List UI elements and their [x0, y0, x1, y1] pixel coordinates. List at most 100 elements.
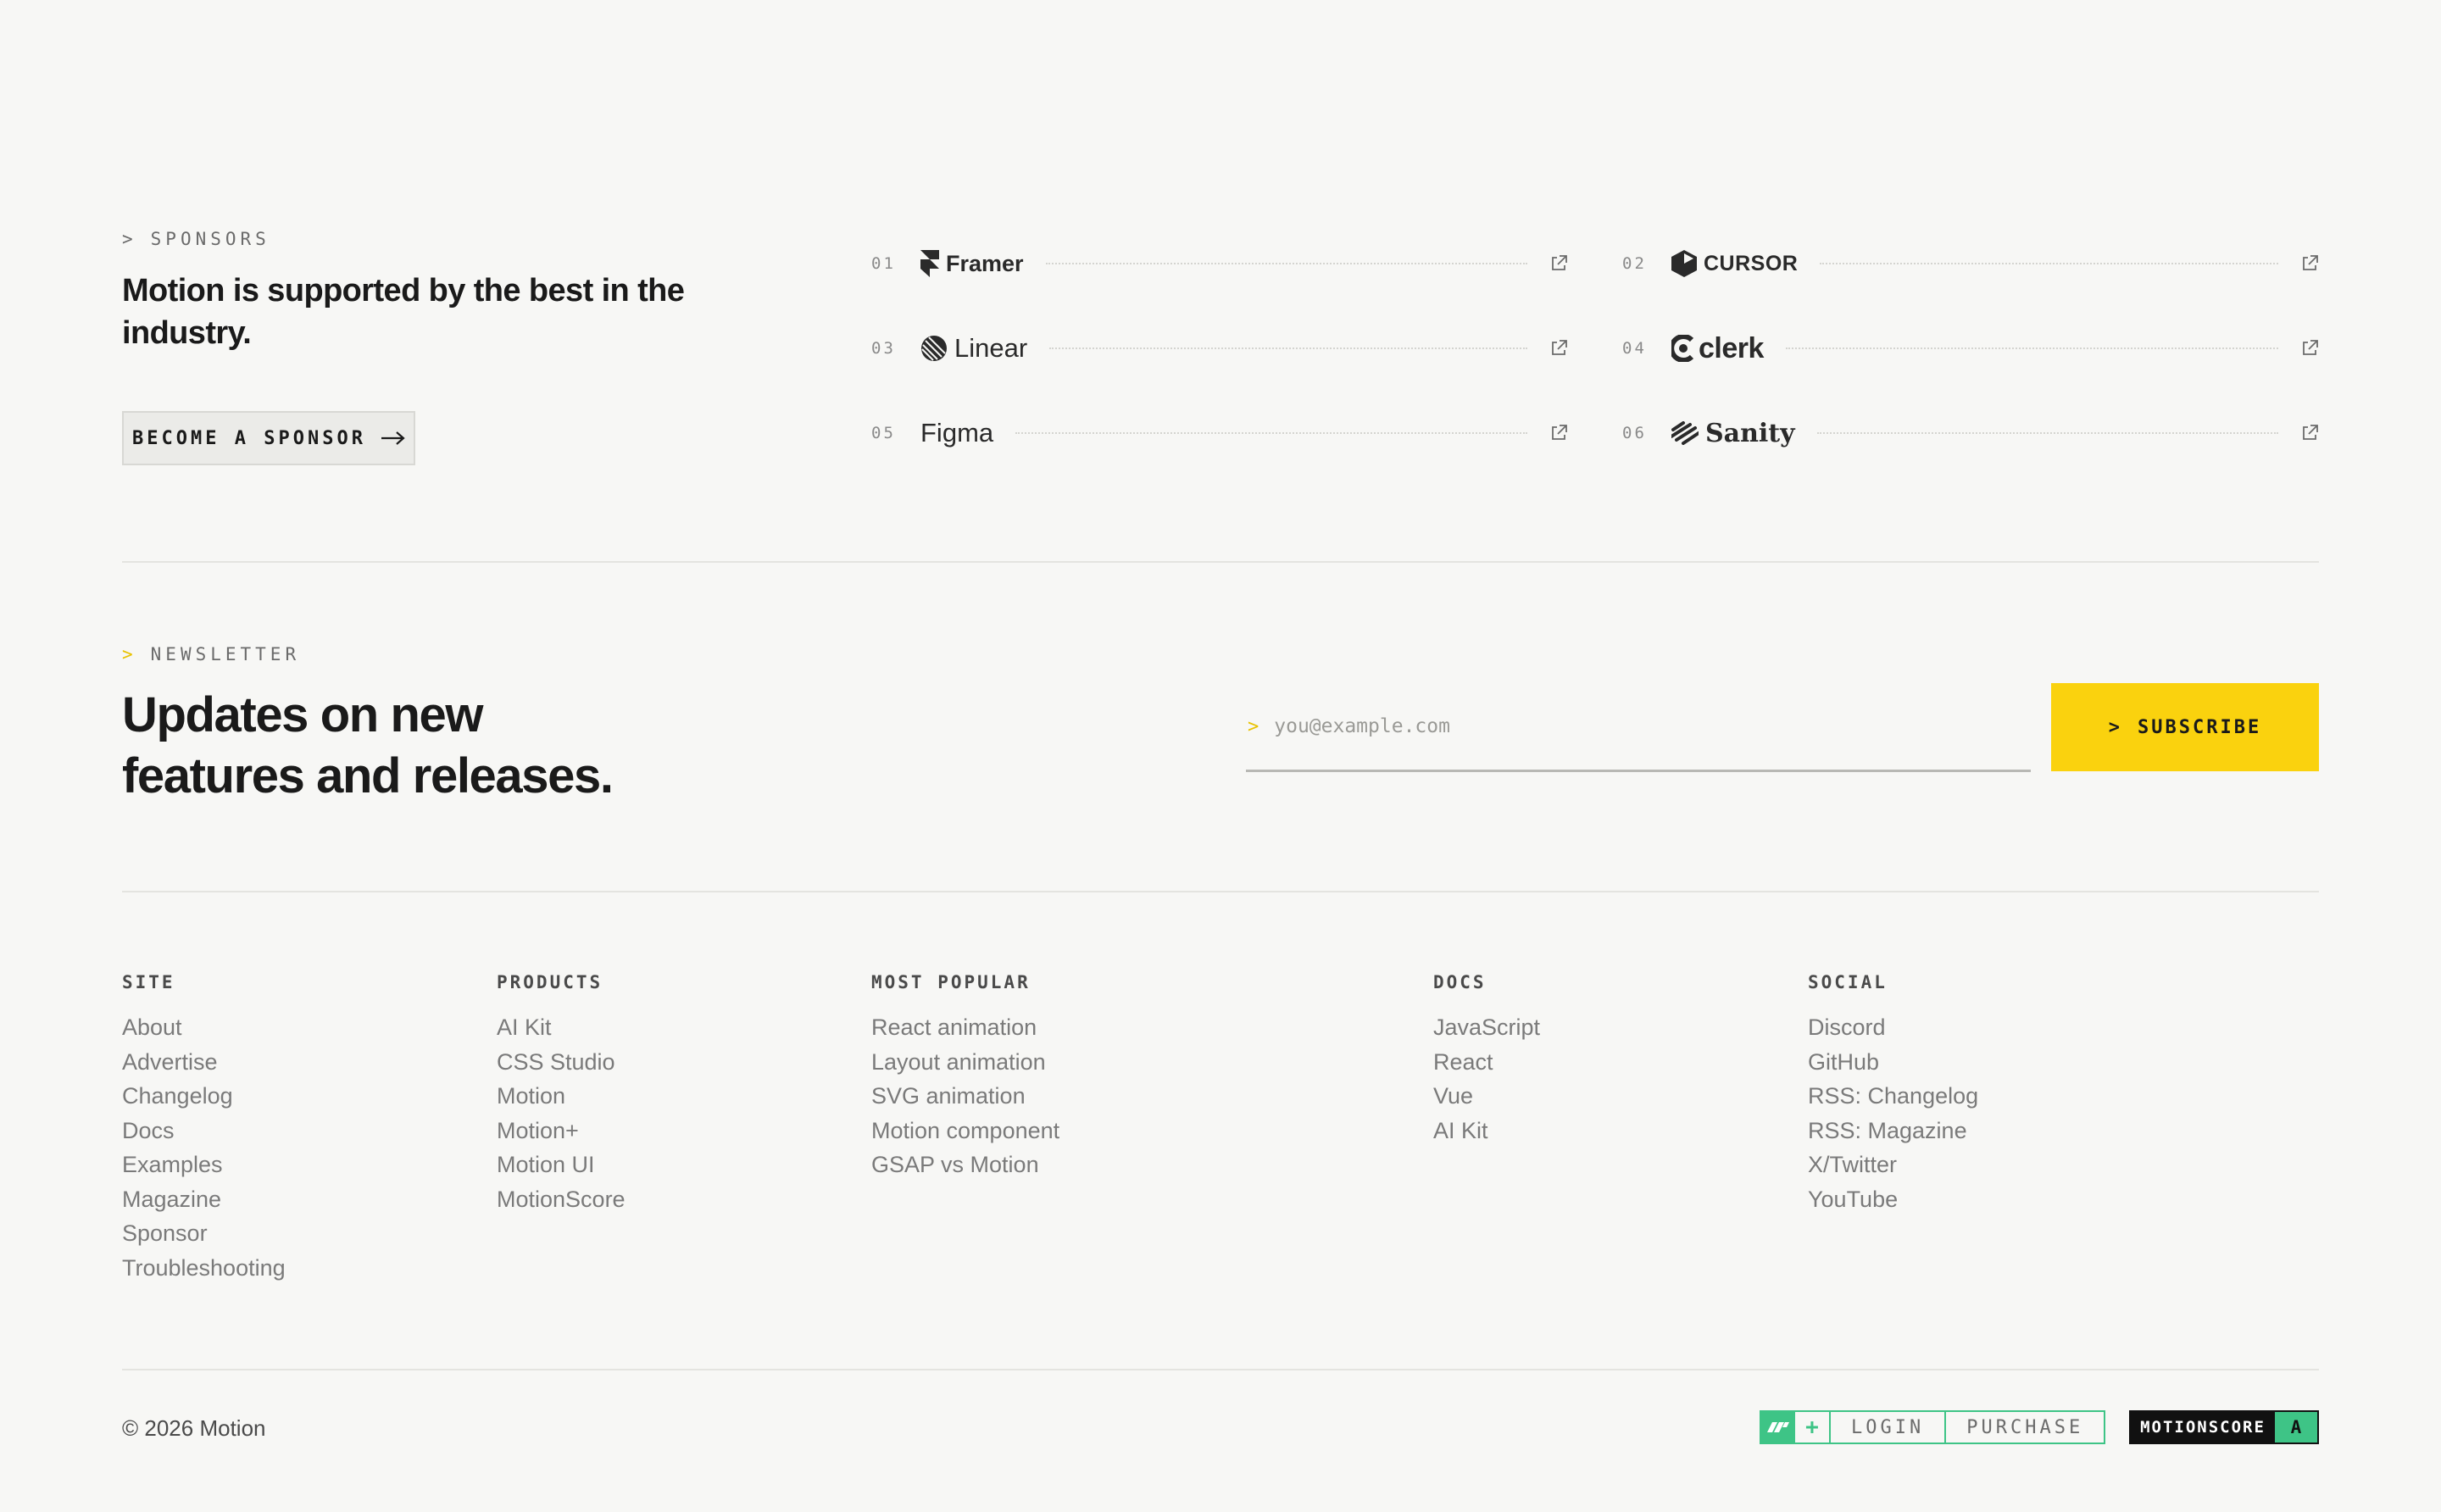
footer-link[interactable]: Layout animation: [871, 1045, 1059, 1080]
footer-column-site: SITE About Advertise Changelog Docs Exam…: [122, 971, 286, 1285]
footer-link[interactable]: MotionScore: [497, 1182, 626, 1217]
footer-column-products: PRODUCTS AI Kit CSS Studio Motion Motion…: [497, 971, 626, 1216]
framer-logo-icon: [920, 250, 939, 277]
footer-link[interactable]: Docs: [122, 1114, 286, 1148]
footer-link[interactable]: Discord: [1808, 1010, 1978, 1045]
sponsor-name: Figma: [920, 418, 994, 447]
sponsor-row-linear[interactable]: 03 Linear: [871, 331, 1568, 365]
input-caret: >: [1248, 715, 1259, 737]
become-sponsor-label: BECOME A SPONSOR: [132, 427, 366, 449]
footer-link[interactable]: JavaScript: [1433, 1010, 1540, 1045]
footer-link[interactable]: AI Kit: [1433, 1114, 1540, 1148]
footer-divider: [122, 1369, 2319, 1370]
footer-column-docs: DOCS JavaScript React Vue AI Kit: [1433, 971, 1540, 1148]
newsletter-eyebrow: > NEWSLETTER: [122, 644, 300, 664]
footer-link[interactable]: About: [122, 1010, 286, 1045]
sponsor-logo: Linear: [920, 333, 1049, 364]
linear-logo-icon: [921, 336, 947, 361]
footer-link[interactable]: CSS Studio: [497, 1045, 626, 1080]
copyright: © 2026 Motion: [122, 1415, 266, 1441]
section-divider: [122, 891, 2319, 892]
footer-link[interactable]: RSS: Magazine: [1808, 1114, 1978, 1148]
footer-column-social: SOCIAL Discord GitHub RSS: Changelog RSS…: [1808, 971, 1978, 1216]
footer-link[interactable]: AI Kit: [497, 1010, 626, 1045]
footer-link[interactable]: Examples: [122, 1148, 286, 1182]
column-title: PRODUCTS: [497, 972, 603, 992]
motionscore-grade: A: [2275, 1412, 2317, 1443]
sponsor-name: Sanity: [1705, 418, 1795, 448]
footer-link[interactable]: Troubleshooting: [122, 1251, 286, 1286]
sponsor-name: Framer: [946, 250, 1024, 276]
footer-link[interactable]: Magazine: [122, 1182, 286, 1217]
motion-logo-icon: [1767, 1422, 1789, 1432]
motion-plus-bar: + LOGIN PURCHASE: [1760, 1410, 2106, 1444]
email-input[interactable]: [1272, 714, 2031, 738]
sponsor-name: CURSOR: [1704, 251, 1799, 275]
external-link-icon[interactable]: [1549, 254, 1568, 273]
footer-link[interactable]: SVG animation: [871, 1079, 1059, 1114]
sponsor-number: 06: [1622, 424, 1647, 442]
footer-link[interactable]: RSS: Changelog: [1808, 1079, 1978, 1114]
column-title: SOCIAL: [1808, 972, 1888, 992]
footer-link[interactable]: Motion: [497, 1079, 626, 1114]
newsletter-heading: Updates on new features and releases.: [122, 685, 715, 807]
subscribe-caret: >: [2108, 716, 2123, 738]
sponsor-number: 01: [871, 254, 896, 273]
footer-link[interactable]: Motion+: [497, 1114, 626, 1148]
column-title: SITE: [122, 972, 175, 992]
eyebrow-caret: >: [122, 644, 137, 664]
sponsor-number: 05: [871, 424, 896, 442]
section-divider: [122, 561, 2319, 563]
become-sponsor-button[interactable]: BECOME A SPONSOR: [122, 411, 415, 465]
external-link-icon[interactable]: [1549, 339, 1568, 358]
footer-link[interactable]: Sponsor: [122, 1216, 286, 1251]
clerk-logo-icon: [1671, 335, 1694, 362]
footer-link[interactable]: Vue: [1433, 1079, 1540, 1114]
footer-link[interactable]: Motion component: [871, 1114, 1059, 1148]
sponsor-row-clerk[interactable]: 04 clerk: [1622, 331, 2319, 365]
cursor-logo-icon: [1671, 250, 1697, 277]
footer-link[interactable]: Changelog: [122, 1079, 286, 1114]
sponsor-row-figma[interactable]: 05 Figma: [871, 416, 1568, 450]
column-title: MOST POPULAR: [871, 972, 1031, 992]
footer-link[interactable]: Advertise: [122, 1045, 286, 1080]
external-link-icon[interactable]: [2300, 339, 2319, 358]
sponsor-name: clerk: [1699, 331, 1764, 364]
external-link-icon[interactable]: [2300, 254, 2319, 273]
dotted-leader: [1820, 263, 2278, 264]
external-link-icon[interactable]: [1549, 424, 1568, 442]
sponsor-logo: CURSOR: [1671, 250, 1820, 277]
footer-link[interactable]: YouTube: [1808, 1182, 1978, 1217]
footer-link[interactable]: X/Twitter: [1808, 1148, 1978, 1182]
sponsor-logo: clerk: [1671, 332, 1786, 365]
footer-link[interactable]: React animation: [871, 1010, 1059, 1045]
motion-plus-badge: [1761, 1412, 1795, 1443]
subscribe-label: SUBSCRIBE: [2138, 716, 2262, 738]
newsletter-heading-line: Updates on new: [122, 687, 484, 742]
sponsor-name: Linear: [954, 333, 1028, 363]
sponsor-row-cursor[interactable]: 02 CURSOR: [1622, 247, 2319, 281]
sponsor-logo: Sanity: [1671, 419, 1817, 448]
column-title: DOCS: [1433, 972, 1487, 992]
external-link-icon[interactable]: [2300, 424, 2319, 442]
sponsor-row-sanity[interactable]: 06 Sanity: [1622, 416, 2319, 450]
dotted-leader: [1049, 347, 1527, 349]
motionscore-label: MOTIONSCORE: [2131, 1412, 2275, 1443]
footer-link[interactable]: GSAP vs Motion: [871, 1148, 1059, 1182]
dotted-leader: [1816, 432, 2278, 434]
motionscore-badge[interactable]: MOTIONSCORE A: [2129, 1410, 2319, 1444]
subscribe-button[interactable]: > SUBSCRIBE: [2051, 683, 2319, 771]
footer-link[interactable]: Motion UI: [497, 1148, 626, 1182]
login-link[interactable]: LOGIN: [1831, 1412, 1944, 1443]
purchase-link[interactable]: PURCHASE: [1944, 1412, 2104, 1443]
footer-link[interactable]: GitHub: [1808, 1045, 1978, 1080]
newsletter-heading-line: features and releases.: [122, 748, 614, 803]
footer-column-most-popular: MOST POPULAR React animation Layout anim…: [871, 971, 1059, 1182]
footer-link[interactable]: React: [1433, 1045, 1540, 1080]
sponsor-row-framer[interactable]: 01 Framer: [871, 247, 1568, 281]
newsletter-eyebrow-label: NEWSLETTER: [150, 644, 301, 664]
sponsors-eyebrow: > SPONSORS: [122, 229, 270, 249]
sponsor-number: 02: [1622, 254, 1647, 273]
sponsors-heading: Motion is supported by the best in the i…: [122, 273, 685, 351]
email-field-wrapper: >: [1246, 683, 2031, 772]
